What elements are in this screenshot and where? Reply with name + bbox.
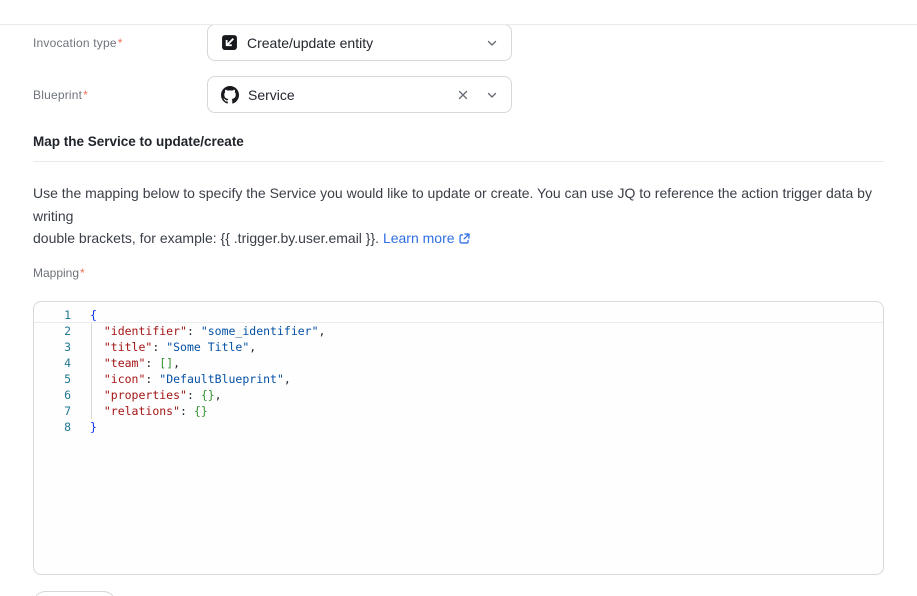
code-token [90,404,104,418]
line-number: 1 [34,307,71,323]
code-token: : [145,356,159,370]
code-token: : [187,388,201,402]
code-token: : [145,372,159,386]
code-token: "properties" [104,388,187,402]
code-token: , [173,356,180,370]
line-number: 7 [34,403,71,419]
code-token: "team" [104,356,146,370]
code-token [90,356,104,370]
code-token: { [90,308,97,322]
code-line-text: "team": [], [90,355,180,371]
code-line: 1 { [34,307,883,323]
code-token: {} [201,388,215,402]
code-line: 5 "icon": "DefaultBlueprint", [34,371,883,387]
code-line-text: "icon": "DefaultBlueprint", [90,371,291,387]
required-asterisk: * [83,88,88,102]
code-token: [] [159,356,173,370]
invocation-type-value: Create/update entity [247,35,477,51]
invocation-type-label-text: Invocation type [33,36,117,50]
section-heading: Map the Service to update/create [33,134,884,149]
line-number: 4 [34,355,71,371]
line-number: 3 [34,339,71,355]
code-line-text: { [90,307,97,323]
test-jq-button[interactable]: Test JQ [33,591,116,596]
code-token: "icon" [104,372,146,386]
chevron-down-icon[interactable] [486,37,498,49]
mapping-code-editor[interactable]: 1 { 2 "identifier": "some_identifier", 3… [33,301,884,575]
code-token: : [187,324,201,338]
code-token: {} [194,404,208,418]
code-token: , [215,388,222,402]
code-line-text: "relations": {} [90,403,208,419]
external-link-icon[interactable] [458,229,471,252]
code-token [90,324,104,338]
blueprint-row: Blueprint* Service [33,76,884,113]
code-token [90,340,104,354]
editor-lines: 1 { 2 "identifier": "some_identifier", 3… [34,307,883,435]
code-line: 8 } [34,419,883,435]
code-token: "title" [104,340,152,354]
code-token: "DefaultBlueprint" [159,372,284,386]
code-line-text: "properties": {}, [90,387,222,403]
learn-more-link[interactable]: Learn more [383,230,455,246]
blueprint-label-text: Blueprint [33,88,82,102]
code-token [90,372,104,386]
form-panel: Invocation type* Create/update entity Bl… [0,24,917,596]
blueprint-select[interactable]: Service [207,76,512,113]
mapping-label: Mapping* [33,266,884,280]
line-number: 5 [34,371,71,387]
blueprint-value: Service [248,87,446,103]
description-line-1: Use the mapping below to specify the Ser… [33,185,872,224]
code-line: 2 "identifier": "some_identifier", [34,323,883,339]
code-line: 7 "relations": {} [34,403,883,419]
code-token: : [152,340,166,354]
line-number: 6 [34,387,71,403]
chevron-down-icon[interactable] [486,89,498,101]
code-token: , [284,372,291,386]
code-line-text: "title": "Some Title", [90,339,256,355]
code-line-text: } [90,419,97,435]
code-token: "some_identifier" [201,324,319,338]
invocation-type-select[interactable]: Create/update entity [207,24,512,61]
entity-icon [221,34,238,51]
mapping-label-text: Mapping [33,266,79,280]
top-divider [0,24,917,25]
github-icon [221,86,239,104]
clear-icon[interactable] [455,87,471,103]
code-token: , [319,324,326,338]
code-token: } [90,420,97,434]
line-number: 2 [34,323,71,339]
line-number: 8 [34,419,71,435]
description-line-2: double brackets, for example: {{ .trigge… [33,230,383,246]
code-token: : [180,404,194,418]
blueprint-label: Blueprint* [33,88,207,102]
required-asterisk: * [80,266,85,280]
invocation-type-label: Invocation type* [33,36,207,50]
code-token: , [249,340,256,354]
section-divider [33,161,884,162]
invocation-type-row: Invocation type* Create/update entity [33,24,884,61]
code-token: "identifier" [104,324,187,338]
code-line-text: "identifier": "some_identifier", [90,323,325,339]
code-token: "Some Title" [166,340,249,354]
required-asterisk: * [118,36,123,50]
code-line: 6 "properties": {}, [34,387,883,403]
code-token [90,388,104,402]
section-description: Use the mapping below to specify the Ser… [33,182,884,252]
code-token: "relations" [104,404,180,418]
code-line: 3 "title": "Some Title", [34,339,883,355]
code-line: 4 "team": [], [34,355,883,371]
